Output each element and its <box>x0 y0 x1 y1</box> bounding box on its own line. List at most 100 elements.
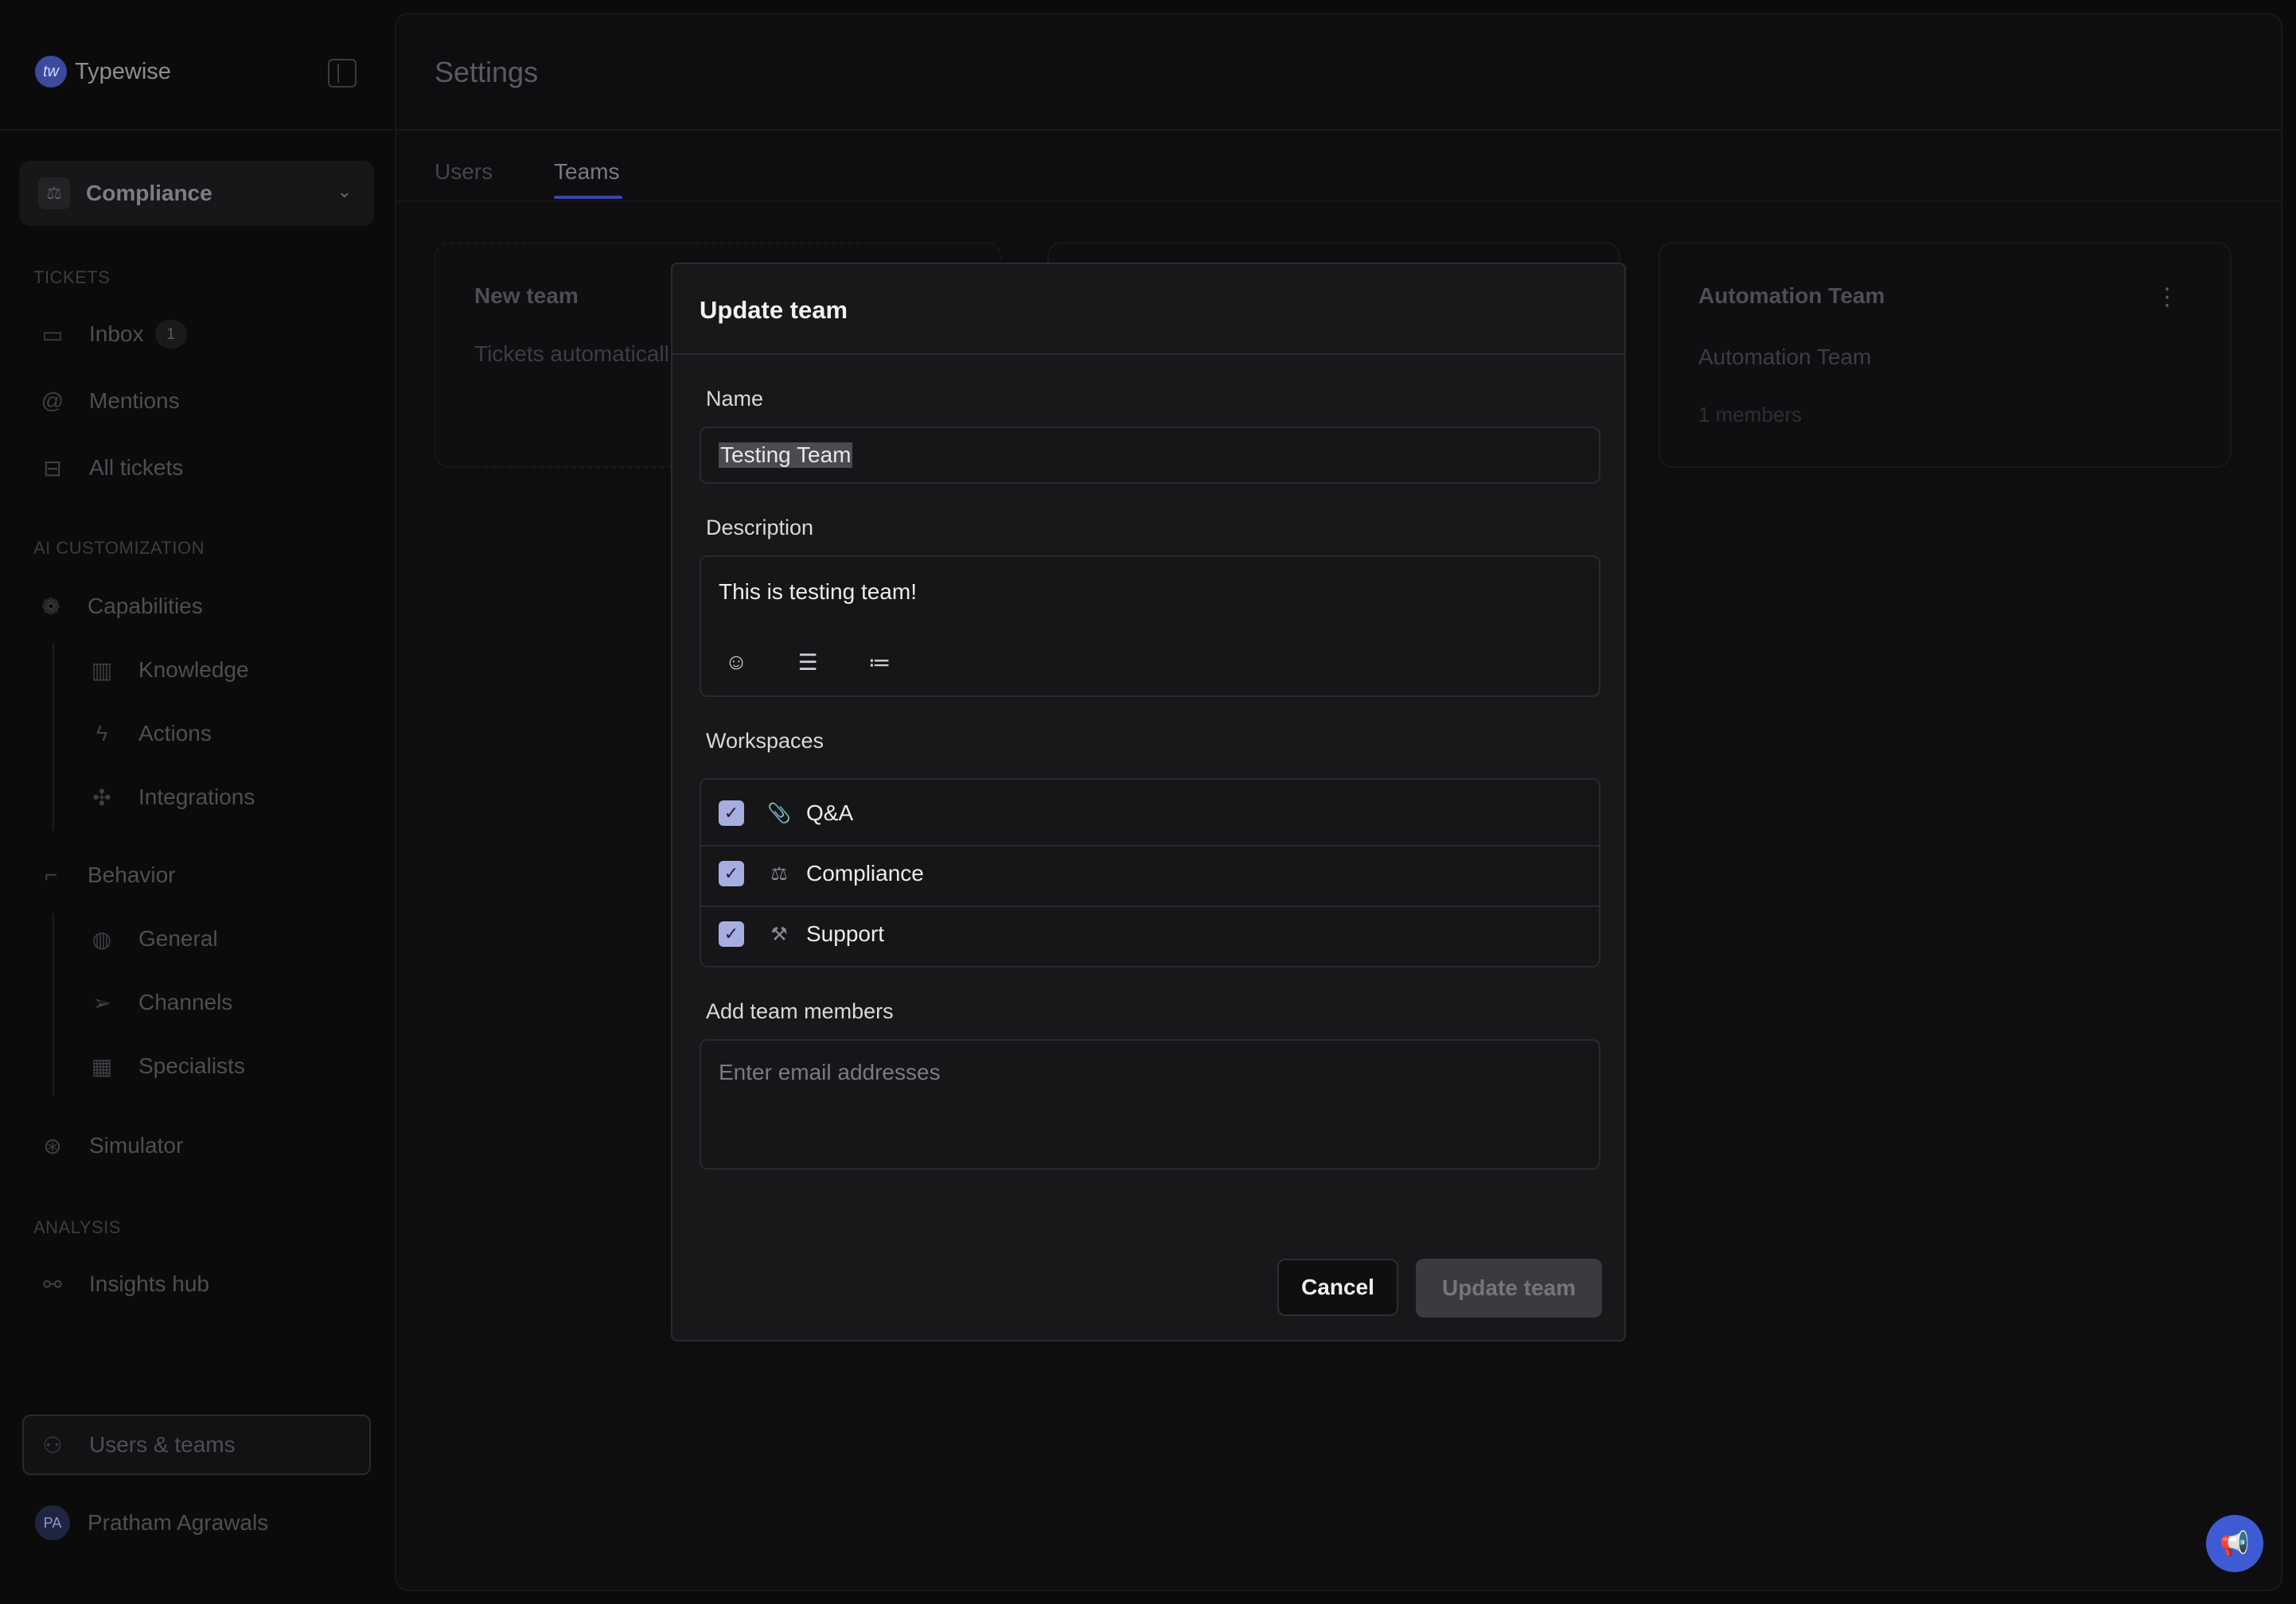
header-divider <box>396 129 2281 130</box>
workspace-name: Compliance <box>806 861 924 886</box>
behavior-icon: ⌐ <box>44 862 58 887</box>
card-title: New team <box>474 283 579 308</box>
sidebar-item-label: Users & teams <box>89 1432 236 1457</box>
megaphone-icon: 📢 <box>2220 1530 2250 1557</box>
puzzle-icon: ✣ <box>92 784 111 810</box>
workspace-name: Support <box>806 921 885 946</box>
users-teams-content[interactable]: ⚇ Users & teams <box>37 1429 236 1461</box>
update-team-modal: Update team Name Testing Team Descriptio… <box>671 263 1626 1341</box>
page-title: Settings <box>435 56 539 88</box>
workspace-selector[interactable]: ⚖ Compliance ⌄ <box>19 161 374 226</box>
paperclip-icon: 📎 <box>767 802 791 824</box>
workspace-row-qa[interactable]: ✓ 📎 Q&A <box>701 783 1599 843</box>
tools-icon: ⚒ <box>770 923 788 945</box>
send-icon: ➢ <box>92 990 111 1015</box>
chevron-down-icon: ⌄ <box>337 181 352 201</box>
sidebar-item-label: Inbox <box>89 321 144 346</box>
description-editor[interactable]: This is testing team! ☺ ☰ ≔ <box>700 555 1600 697</box>
sidebar-item-general[interactable]: ◍ General <box>86 923 218 955</box>
sidebar: tw Typewise ⚖ Compliance ⌄ TICKETS ▭ Inb… <box>0 0 394 1604</box>
globe-icon: ◍ <box>92 926 112 952</box>
sidebar-item-label: General <box>138 926 218 951</box>
sidebar-item-inbox[interactable]: ▭ Inbox 1 <box>37 318 187 350</box>
sidebar-item-label: Channels <box>138 990 233 1014</box>
checkbox[interactable]: ✓ <box>719 800 744 826</box>
scale-icon: ⚖ <box>38 177 70 209</box>
members-placeholder: Enter email addresses <box>719 1060 941 1084</box>
scale-icon: ⚖ <box>770 862 788 885</box>
sidebar-item-label: All tickets <box>89 455 184 480</box>
sidebar-item-channels[interactable]: ➢ Channels <box>86 987 232 1018</box>
cancel-button[interactable]: Cancel <box>1277 1259 1398 1316</box>
section-analysis: ANALYSIS <box>33 1217 121 1237</box>
workspaces-label: Workspaces <box>706 729 824 753</box>
update-team-button[interactable]: Update team <box>1416 1259 1602 1318</box>
steering-wheel-icon: ⊛ <box>43 1133 62 1158</box>
modal-title: Update team <box>700 296 848 324</box>
workspaces-list: ✓ 📎 Q&A ✓ ⚖ Compliance ✓ ⚒ Support <box>700 778 1600 967</box>
section-tickets: TICKETS <box>33 267 111 287</box>
bullet-list-icon[interactable]: ☰ <box>792 646 824 678</box>
active-tab-indicator <box>554 196 622 199</box>
members-label: Add team members <box>706 999 894 1023</box>
sidebar-item-specialists[interactable]: ▦ Specialists <box>86 1050 245 1082</box>
sidebar-item-insights-hub[interactable]: ⚯ Insights hub <box>37 1268 209 1300</box>
typewise-logo-icon: tw <box>35 56 67 88</box>
sidebar-divider <box>0 129 394 130</box>
at-sign-icon: @ <box>41 388 64 413</box>
sidebar-item-simulator[interactable]: ⊛ Simulator <box>37 1130 183 1162</box>
ticket-icon: ⊟ <box>43 455 62 481</box>
brain-icon: ❁ <box>41 594 60 619</box>
workspace-label: Compliance <box>86 181 212 205</box>
sidebar-item-label: Integrations <box>138 784 255 809</box>
card-title: Automation Team <box>1698 283 1885 308</box>
name-label: Name <box>706 387 764 411</box>
announcement-button[interactable]: 📢 <box>2206 1515 2263 1572</box>
inbox-icon: ▭ <box>41 321 64 347</box>
sidebar-item-label: Actions <box>138 721 212 746</box>
sidebar-item-label: Specialists <box>138 1053 245 1078</box>
sidebar-item-behavior[interactable]: ⌐ Behavior <box>35 859 176 891</box>
user-profile[interactable]: PA Pratham Agrawals <box>35 1505 268 1540</box>
name-field[interactable]: Testing Team <box>700 426 1600 484</box>
users-icon: ⚇ <box>42 1432 63 1458</box>
sidebar-item-knowledge[interactable]: ▥ Knowledge <box>86 654 249 686</box>
numbered-list-icon[interactable]: ≔ <box>863 646 895 678</box>
workspace-row-support[interactable]: ✓ ⚒ Support <box>701 904 1599 964</box>
brand[interactable]: tw Typewise <box>35 56 171 88</box>
lightning-icon: ϟ <box>96 721 108 746</box>
automation-team-card[interactable]: Automation Team ⋮ Automation Team 1 memb… <box>1659 242 2232 468</box>
sidebar-item-actions[interactable]: ϟ Actions <box>86 718 212 749</box>
more-options-icon[interactable]: ⋮ <box>2155 283 2179 311</box>
subnav-line <box>53 643 54 831</box>
workspace-row-compliance[interactable]: ✓ ⚖ Compliance <box>701 843 1599 904</box>
sidebar-item-mentions[interactable]: @ Mentions <box>37 385 180 417</box>
library-icon: ▥ <box>91 657 113 683</box>
checkbox[interactable]: ✓ <box>719 921 744 947</box>
avatar: PA <box>35 1505 70 1540</box>
user-name: Pratham Agrawals <box>88 1510 269 1535</box>
sidebar-item-label: Knowledge <box>138 657 249 682</box>
description-label: Description <box>706 516 814 539</box>
brand-name: Typewise <box>75 58 171 84</box>
tab-teams[interactable]: Teams <box>554 159 619 185</box>
grid-icon: ▦ <box>91 1053 113 1079</box>
sidebar-item-label: Insights hub <box>89 1271 209 1296</box>
card-description: Automation Team <box>1698 345 1872 369</box>
sidebar-item-all-tickets[interactable]: ⊟ All tickets <box>37 452 183 484</box>
emoji-icon[interactable]: ☺ <box>720 646 752 678</box>
sidebar-collapse-icon[interactable] <box>328 59 357 88</box>
sidebar-item-label: Simulator <box>89 1133 184 1158</box>
checkbox[interactable]: ✓ <box>719 861 744 886</box>
name-value: Testing Team <box>719 442 853 468</box>
tab-users[interactable]: Users <box>435 159 493 185</box>
workspace-name: Q&A <box>806 800 854 825</box>
sidebar-item-capabilities[interactable]: ❁ Capabilities <box>35 590 202 622</box>
sidebar-item-integrations[interactable]: ✣ Integrations <box>86 781 255 813</box>
members-email-input[interactable]: Enter email addresses <box>700 1039 1600 1170</box>
tabs-divider <box>396 200 2281 202</box>
subnav-line <box>53 913 54 1096</box>
inbox-count-badge: 1 <box>154 320 187 348</box>
sidebar-item-label: Behavior <box>88 862 176 887</box>
insights-icon: ⚯ <box>43 1271 62 1297</box>
